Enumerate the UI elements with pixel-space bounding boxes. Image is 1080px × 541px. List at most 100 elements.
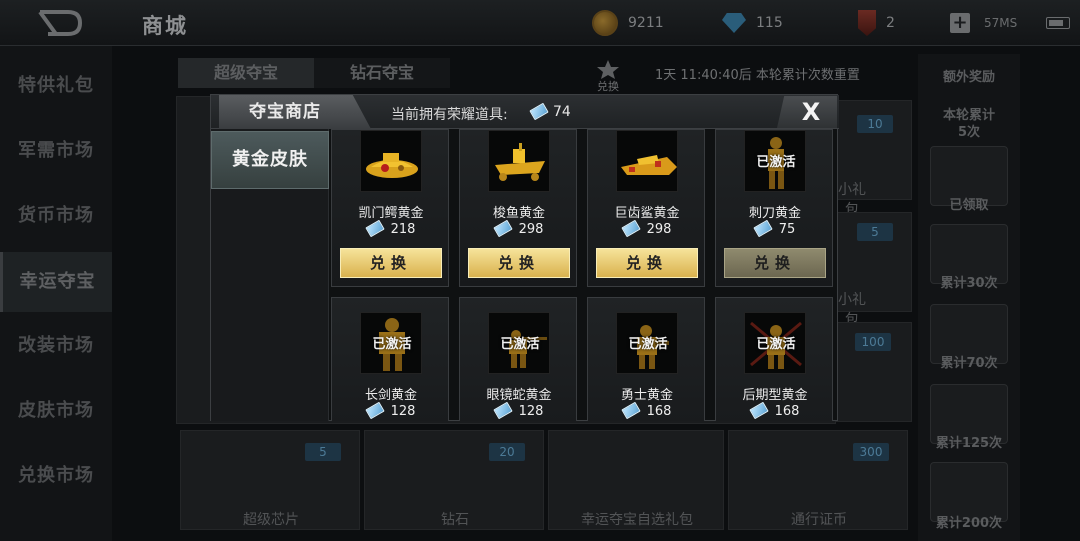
nav-item-lucky-draw[interactable]: 幸运夺宝 (0, 252, 112, 312)
reward-label: 已领取 (949, 198, 989, 213)
item-card: 已激活 后期型黄金 168 (715, 297, 833, 421)
prize-card[interactable]: 20 钻石 (364, 430, 544, 530)
tab-diamond-draw[interactable]: 钻石夺宝 (314, 58, 450, 88)
item-price: 298 (588, 219, 706, 238)
nav-item-special-packs[interactable]: 特供礼包 (0, 56, 112, 116)
exchange-label: 兑换 (597, 80, 619, 93)
item-price: 75 (716, 219, 834, 238)
item-name: 梭鱼黄金 (492, 206, 545, 221)
plus-icon[interactable]: + (950, 13, 970, 33)
prize-card[interactable]: 100 (836, 322, 912, 422)
top-bar: 商城 9211 115 2 + 57MS (0, 0, 1080, 46)
ticket-icon (620, 219, 641, 238)
prize-label: 超级芯片 (243, 512, 299, 528)
reward-label: 累计125次 (935, 436, 1003, 451)
item-price: 128 (460, 401, 578, 420)
redeem-button[interactable]: 兑换 (340, 248, 442, 278)
item-image: 已激活 (616, 312, 678, 374)
coin-value: 9211 (628, 15, 664, 31)
item-card: 梭鱼黄金 298 兑换 (459, 129, 577, 287)
activated-label: 已激活 (756, 337, 796, 352)
gem-counter: 115 (722, 10, 783, 36)
prize-card[interactable]: 10 小礼包 (836, 100, 912, 218)
item-name: 勇士黄金 (620, 388, 673, 403)
activated-label: 已激活 (372, 337, 412, 352)
redeem-button[interactable]: 兑换 (596, 248, 698, 278)
medal-value: 2 (886, 15, 895, 31)
prize-badge: 5 (857, 223, 893, 241)
close-button[interactable]: X (777, 96, 837, 128)
nav-item-mod-market[interactable]: 改装市场 (0, 316, 112, 376)
coin-counter: 9211 (592, 10, 664, 36)
item-card: 巨齿鲨黄金 298 兑换 (587, 129, 705, 287)
item-price: 298 (460, 219, 578, 238)
item-image: 已激活 (488, 312, 550, 374)
redeem-button[interactable]: 兑换 (468, 248, 570, 278)
nav-item-supply-market[interactable]: 军需市场 (0, 121, 112, 181)
prize-badge: 10 (857, 115, 893, 133)
prize-card[interactable]: 5 小礼包 (836, 212, 912, 328)
item-card: 已激活 长剑黄金 128 (331, 297, 449, 421)
item-card: 凯门鳄黄金 218 兑换 (331, 129, 449, 287)
prize-label: 幸运夺宝自选礼包 (581, 512, 693, 528)
item-name: 后期型黄金 (742, 388, 808, 403)
prize-card[interactable]: 5 超级芯片 (180, 430, 360, 530)
item-price: 168 (588, 401, 706, 420)
modal-title: 夺宝商店 (219, 95, 371, 129)
medal-icon (858, 10, 876, 36)
gold-boat-icon (366, 153, 418, 178)
extra-rewards-panel: 额外奖励 本轮累计 5次 已领取 累计30次 累计70次 累计125次 累计20… (918, 54, 1020, 541)
item-grid: 凯门鳄黄金 218 兑换 梭鱼黄金 298 兑换 巨齿鲨黄金 298 兑换 已激… (331, 129, 837, 421)
item-name: 巨齿鲨黄金 (614, 206, 680, 221)
round-count: 5次 (957, 125, 981, 140)
prize-badge: 20 (489, 443, 525, 461)
item-name: 眼镜蛇黄金 (486, 388, 552, 403)
nav-item-currency-market[interactable]: 货币市场 (0, 186, 112, 246)
ticket-icon (364, 219, 385, 238)
item-price: 168 (716, 401, 834, 420)
item-card: 已激活 刺刀黄金 75 兑换 (715, 129, 833, 287)
item-card: 已激活 勇士黄金 168 (587, 297, 705, 421)
item-name: 刺刀黄金 (748, 206, 801, 221)
item-card: 已激活 眼镜蛇黄金 128 (459, 297, 577, 421)
exchange-badge[interactable]: 兑换 (592, 58, 624, 93)
tab-super-draw[interactable]: 超级夺宝 (178, 58, 314, 88)
gem-icon (722, 13, 746, 33)
back-icon[interactable] (34, 8, 86, 38)
coin-icon (592, 10, 618, 36)
prize-card[interactable]: 幸运夺宝自选礼包 (548, 430, 724, 530)
battery-icon (1046, 17, 1070, 29)
item-image (360, 130, 422, 192)
nav-item-exchange-market[interactable]: 兑换市场 (0, 446, 112, 506)
reward-label: 累计70次 (940, 356, 998, 371)
prize-badge: 300 (853, 443, 889, 461)
item-image: 已激活 (744, 130, 806, 192)
item-image (616, 130, 678, 192)
prize-badge: 5 (305, 443, 341, 461)
activated-label: 已激活 (628, 337, 668, 352)
ticket-icon (620, 401, 641, 420)
activated-label: 已激活 (500, 337, 540, 352)
owned-value: 74 (553, 104, 571, 120)
extra-rewards-title: 额外奖励 (942, 70, 995, 85)
reset-timer: 1天 11:40:40后 本轮累计次数重置 (655, 68, 860, 83)
reward-label: 累计200次 (935, 516, 1003, 531)
item-price: 128 (332, 401, 450, 420)
left-nav: 特供礼包 军需市场 货币市场 幸运夺宝 改装市场 皮肤市场 兑换市场 (0, 46, 112, 541)
ping-readout: 57MS (984, 16, 1018, 30)
redeem-button[interactable]: 兑换 (724, 248, 826, 278)
category-gold-skin[interactable]: 黄金皮肤 (211, 131, 329, 189)
prize-label: 通行证币 (791, 512, 847, 528)
prize-badge: 100 (855, 333, 891, 351)
item-name: 凯门鳄黄金 (358, 206, 424, 221)
medal-counter: 2 (858, 10, 895, 36)
item-image: 已激活 (360, 312, 422, 374)
activated-label: 已激活 (756, 155, 796, 170)
prize-label: 钻石 (441, 512, 469, 528)
nav-item-skin-market[interactable]: 皮肤市场 (0, 381, 112, 441)
category-panel: 黄金皮肤 (211, 129, 329, 421)
star-icon (597, 60, 619, 79)
modal-header: 夺宝商店 当前拥有荣耀道具: 74 X (211, 95, 839, 129)
prize-card[interactable]: 300 通行证币 (728, 430, 908, 530)
ticket-icon (753, 219, 773, 238)
